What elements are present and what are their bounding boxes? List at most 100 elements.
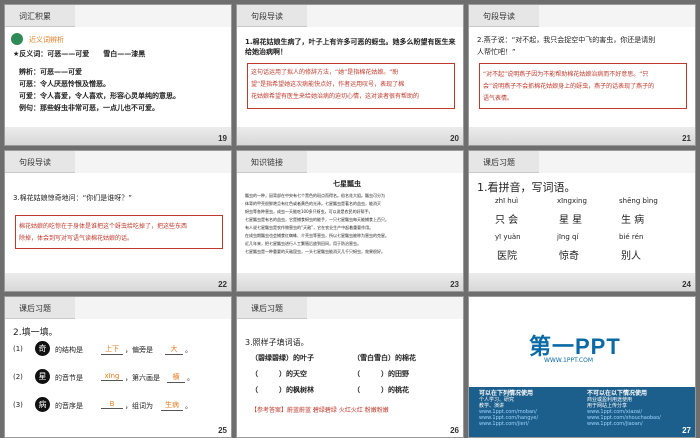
slide-line: 有人说七星瓢虫是农作物害虫的“天敌”，它在农业生产中起着重要作用。 xyxy=(245,225,374,230)
pinyin: bié rén xyxy=(619,233,644,241)
slide-line: 人帮忙吧！” xyxy=(477,48,516,56)
footer-strip xyxy=(5,127,231,145)
answer-word: 惊奇 xyxy=(559,251,579,262)
star-icon xyxy=(11,33,23,45)
row-text: 的音序是 xyxy=(55,402,83,410)
header-bar xyxy=(539,151,695,173)
slide-line: 棉花姑娘的吃惊在于身体是谁把这个蚜虫给吃掉了，把这些东西 xyxy=(19,223,188,230)
character-icon: 奇 xyxy=(35,341,50,356)
forbidden-column: 不可以在以下情况使用 商业或盈利用途使用 用于网站上传分享 www.1ppt.c… xyxy=(587,390,661,428)
slide-header: 句段导读 xyxy=(237,5,307,27)
slide-number: 20 xyxy=(450,134,459,143)
slide-line: ★反义词：可恶——可爱 雪白——漆黑 xyxy=(13,50,146,58)
header-bar xyxy=(539,5,695,27)
slide-line: 蚜虫等各种害虫，成虫一天能吃100多只蚜虫，可以说是农民的好帮手。 xyxy=(245,209,373,214)
pinyin: jīng qí xyxy=(557,233,579,241)
header-bar xyxy=(75,297,231,319)
answer-blank: xīng xyxy=(101,372,123,381)
slide-line: 3.棉花姑娘惊奇地问：“你们是谁呀？” xyxy=(13,194,132,202)
answer-word: 只 会 xyxy=(495,215,519,226)
slide-thumbnail-25[interactable]: 课后习题 2.填一填。 (1) 奇 的结构是 上下 ，偏旁是 大 。 (2) 星… xyxy=(4,296,232,438)
header-label: 课后习题 xyxy=(19,304,51,313)
slide-line: 1.棉花姑娘生病了，叶子上有许多可恶的蚜虫。她多么盼望有医生来 xyxy=(245,38,456,46)
row-number: (1) xyxy=(13,345,23,353)
slide-line: “对不起”说明燕子因为不能帮助棉花姑娘治病而不好意思。“只 xyxy=(483,71,649,78)
slide-line: 体背的甲壳很鲜艳且有红色或者黄色的光泽。七星瓢虫是著名的益虫，能消灭 xyxy=(245,201,381,206)
slide-thumbnail-22[interactable]: 句段导读 3.棉花姑娘惊奇地问：“你们是谁呀？” 棉花姑娘的吃惊在于身体是谁把这… xyxy=(4,150,232,292)
slide-thumbnail-24[interactable]: 课后习题 1.看拼音，写词语。 zhī huì xīngxing shēng b… xyxy=(468,150,696,292)
slide-number: 21 xyxy=(682,134,691,143)
slide-line: 可恶：令人厌恶怜恨及憎恶。 xyxy=(19,80,110,88)
answer-blank: 生病 xyxy=(161,400,183,411)
fill-item: （ ）的桃花 xyxy=(353,386,409,394)
slide-number: 25 xyxy=(218,426,227,435)
reference-answer: 【参考答案】蔚蓝蔚蓝 碧绿碧绿 火红火红 粉嫩粉嫩 xyxy=(251,407,389,414)
slide-header: 句段导读 xyxy=(469,5,539,27)
footer-strip xyxy=(469,273,695,291)
pinyin: zhī huì xyxy=(495,197,519,205)
forbidden-title: 不可以在以下情况使用 xyxy=(587,390,648,397)
slide-line: 辨析：可恶——可爱 xyxy=(19,68,82,76)
slide-thumbnail-21[interactable]: 句段导读 2.燕子说：“对不起，我只会捉空中飞的害虫，你还是请别 人帮忙吧！” … xyxy=(468,4,696,146)
slide-thumbnail-19[interactable]: 词汇积累 近义词辨析 ★反义词：可恶——可爱 雪白——漆黑 辨析：可恶——可爱 … xyxy=(4,4,232,146)
character-icon: 星 xyxy=(35,369,50,384)
answer-word: 别人 xyxy=(621,251,641,262)
fill-item: （ ）的天空 xyxy=(251,370,307,378)
row-text: 。 xyxy=(185,402,192,410)
slide-thumbnail-26[interactable]: 课后习题 3.照样子填词语。 （碧绿碧绿）的叶子 （雪白雪白）的棉花 （ ）的天… xyxy=(236,296,464,438)
license-panel: 可以在下列情况使用 个人学习、研究 教学、演讲 www.1ppt.com/mob… xyxy=(469,387,695,437)
fill-item: （雪白雪白）的棉花 xyxy=(353,354,416,362)
slide-line: 望”是指希望她这次病能快点好，作者运用叹号，表现了棉 xyxy=(251,81,405,88)
row-text: 的音节是 xyxy=(55,374,83,382)
header-label: 句段导读 xyxy=(251,12,283,21)
fill-item: （ ）的田野 xyxy=(353,370,409,378)
pinyin: shēng bìng xyxy=(619,197,658,205)
row-text: 。 xyxy=(185,346,192,354)
row-text: 的结构是 xyxy=(55,346,83,354)
slide-header: 知识链接 xyxy=(237,151,307,173)
header-bar xyxy=(307,297,463,319)
header-bar xyxy=(75,151,231,173)
header-label: 课后习题 xyxy=(251,304,283,313)
answer-word: 医院 xyxy=(497,251,517,262)
slide-header: 课后习题 xyxy=(5,297,75,319)
slide-line: 会”说明燕子不会抓棉花姑娘身上的蚜虫，燕子的话表现了燕子的 xyxy=(483,83,655,90)
header-bar xyxy=(75,5,231,27)
answer-blank: 横 xyxy=(167,372,185,383)
slide-thumbnail-23[interactable]: 知识链接 七星瓢虫 瓢虫的一种，因背部在中央有七个黑色的斑点而得名。俗名花大姐。… xyxy=(236,150,464,292)
slide-number: 22 xyxy=(218,280,227,289)
slide-thumbnail-27[interactable]: 第一PPT WWW.1PPT.COM 可以在下列情况使用 个人学习、研究 教学、… xyxy=(468,296,696,438)
link[interactable]: www.1ppt.com/jiaoan/ xyxy=(587,421,643,427)
slide-line: 在成虫期瓢虫也会捕食红蜘蛛、介壳虫等害虫，所以七星瓢虫被称为害虫的克星。 xyxy=(245,233,389,238)
article-title: 七星瓢虫 xyxy=(333,180,361,188)
logo-url: WWW.1PPT.COM xyxy=(544,357,594,364)
exercise-title: 1.看拼音，写词语。 xyxy=(477,181,576,194)
row-number: (3) xyxy=(13,401,23,409)
slide-number: 27 xyxy=(682,426,691,435)
slide-line: 七星瓢虫是一种重要的天敌昆虫，一头七星瓢虫能消灭几千只蚜虫，效果很好。 xyxy=(245,249,385,254)
pinyin: xīngxing xyxy=(557,197,587,205)
slide-line: 花姑娘希望有医生来给她治病的迫切心情，这对读者很有帮助的 xyxy=(251,93,420,100)
pinyin: yī yuàn xyxy=(495,233,521,241)
link[interactable]: www.1ppt.com/jieri/ xyxy=(479,421,529,427)
slide-sorter-grid: 词汇积累 近义词辨析 ★反义词：可恶——可爱 雪白——漆黑 辨析：可恶——可爱 … xyxy=(0,0,700,438)
slide-line: 给她治病啊！ xyxy=(245,48,287,56)
footer-strip xyxy=(5,273,231,291)
row-text: ，第六画是 xyxy=(125,374,160,382)
fill-item: （碧绿碧绿）的叶子 xyxy=(251,354,314,362)
slide-header: 句段导读 xyxy=(5,151,75,173)
header-label: 句段导读 xyxy=(483,12,515,21)
header-bar xyxy=(307,5,463,27)
answer-word: 星 星 xyxy=(559,215,583,226)
header-bar xyxy=(307,151,463,173)
answer-word: 生 病 xyxy=(621,215,645,226)
slide-number: 26 xyxy=(450,426,459,435)
slide-line: 语气表情。 xyxy=(483,95,514,102)
allowed-title: 可以在下列情况使用 xyxy=(479,390,534,397)
allowed-column: 可以在下列情况使用 个人学习、研究 教学、演讲 www.1ppt.com/mob… xyxy=(479,390,538,428)
slide-thumbnail-20[interactable]: 句段导读 1.棉花姑娘生病了，叶子上有许多可恶的蚜虫。她多么盼望有医生来 给她治… xyxy=(236,4,464,146)
slide-number: 24 xyxy=(682,280,691,289)
slide-header: 词汇积累 xyxy=(5,5,75,27)
header-label: 句段导读 xyxy=(19,158,51,167)
slide-line: 2.燕子说：“对不起，我只会捉空中飞的害虫，你还是请别 xyxy=(477,36,656,44)
